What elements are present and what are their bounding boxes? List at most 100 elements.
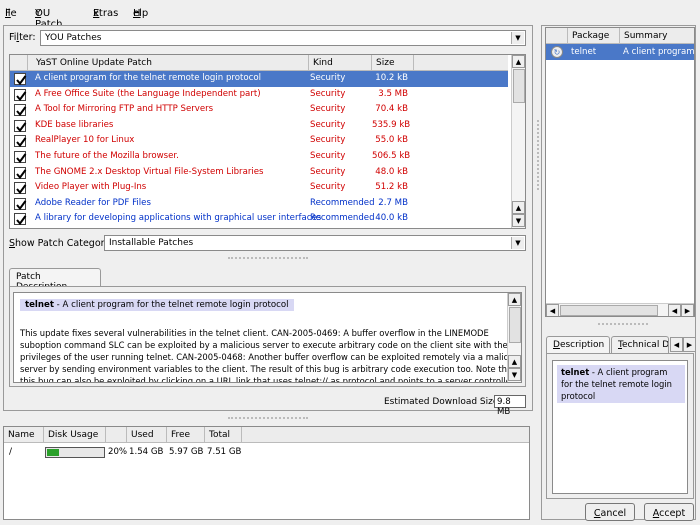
scroll-thumb[interactable] bbox=[560, 305, 658, 316]
patch-name: RealPlayer 10 for Linux bbox=[35, 135, 135, 146]
column-header-patch[interactable]: YaST Online Update Patch bbox=[28, 55, 309, 71]
patch-row[interactable]: KDE base libraries Security 535.9 kB bbox=[10, 118, 508, 134]
tab-scroll-right-icon[interactable]: ▶ bbox=[683, 337, 696, 352]
patch-checkbox[interactable] bbox=[14, 104, 27, 117]
disk-free: 5.97 GB bbox=[169, 447, 204, 457]
description-line: This update fixes several vulnerabilitie… bbox=[20, 328, 489, 338]
patch-checkbox[interactable] bbox=[14, 197, 27, 210]
patch-kind: Recommended bbox=[310, 213, 375, 224]
scroll-down-icon[interactable]: ▼ bbox=[512, 214, 525, 227]
description-line: this bug can also be exploited by clicki… bbox=[20, 376, 517, 383]
scroll-up-icon[interactable]: ▲ bbox=[512, 55, 525, 68]
patch-row[interactable]: The future of the Mozilla browser. Securi… bbox=[10, 149, 508, 165]
column-header-total[interactable]: Total bbox=[205, 427, 242, 443]
column-header-package[interactable]: Package bbox=[568, 28, 620, 44]
package-row[interactable]: ↻ telnet A client program fo bbox=[546, 44, 695, 60]
splitter-handle[interactable] bbox=[598, 323, 648, 325]
column-header-summary[interactable]: Summary bbox=[620, 28, 694, 44]
patch-table-scrollbar[interactable]: ▲ ▲ ▼ bbox=[511, 55, 525, 228]
patch-kind: Security bbox=[310, 104, 346, 115]
column-header-disk-usage[interactable]: Disk Usage bbox=[44, 427, 106, 443]
splitter-handle[interactable] bbox=[228, 417, 308, 419]
filter-combo[interactable]: YOU Patches ▼ bbox=[40, 30, 526, 46]
update-status-icon[interactable]: ↻ bbox=[551, 46, 563, 58]
patch-checkbox[interactable] bbox=[14, 88, 27, 101]
scroll-down-icon[interactable]: ▼ bbox=[508, 368, 521, 381]
patch-row[interactable]: A Free Office Suite (the Language Indepe… bbox=[10, 87, 508, 103]
package-hscrollbar[interactable]: ◀ ◀ ▶ bbox=[546, 303, 694, 316]
scroll-up-icon[interactable]: ▲ bbox=[508, 355, 521, 368]
tab-scroll-left-icon[interactable]: ◀ bbox=[670, 337, 683, 352]
patch-checkbox[interactable] bbox=[14, 151, 27, 164]
patch-row[interactable]: Video Player with Plug-Ins Security 51.2 k… bbox=[10, 180, 508, 196]
patch-size: 70.4 kB bbox=[375, 104, 408, 115]
description-scrollbar[interactable]: ▲ ▲ ▼ bbox=[507, 293, 521, 382]
patch-size: 40.0 kB bbox=[375, 213, 408, 224]
patch-size: 2.7 MB bbox=[378, 197, 408, 208]
patch-checkbox[interactable] bbox=[14, 213, 27, 226]
column-header-used[interactable]: Used bbox=[127, 427, 167, 443]
scroll-thumb[interactable] bbox=[509, 307, 521, 343]
patch-checkbox[interactable] bbox=[14, 135, 27, 148]
filter-label: Filter: bbox=[9, 32, 36, 43]
scroll-up-icon[interactable]: ▲ bbox=[508, 293, 521, 306]
filter-value: YOU Patches bbox=[45, 33, 102, 43]
tab-technical-data[interactable]: Technical Da bbox=[611, 336, 669, 354]
scroll-left-icon[interactable]: ◀ bbox=[546, 304, 559, 316]
splitter-handle[interactable] bbox=[228, 257, 308, 259]
scroll-right-icon[interactable]: ▶ bbox=[681, 304, 694, 316]
column-header-size[interactable]: Size bbox=[372, 55, 414, 71]
disk-percent: 20% bbox=[108, 447, 128, 457]
patch-kind: Security bbox=[310, 119, 346, 130]
right-description-text: telnet - A client program for the telnet… bbox=[552, 360, 688, 494]
patch-kind: Recommended bbox=[310, 197, 375, 208]
disk-usage-table: Name Disk Usage Used Free Total / 20% 1.… bbox=[3, 426, 530, 520]
patch-row[interactable]: The GNOME 2.x Desktop Virtual File-Syste… bbox=[10, 165, 508, 181]
patch-name: A library for developing applications wi… bbox=[35, 213, 322, 224]
package-summary: A client program fo bbox=[623, 47, 695, 57]
tab-patch-description[interactable]: Patch Description bbox=[9, 268, 101, 292]
patch-name: The future of the Mozilla browser. bbox=[35, 151, 179, 161]
column-header-percent[interactable] bbox=[106, 427, 127, 443]
scroll-up-icon[interactable]: ▲ bbox=[512, 201, 525, 214]
patch-row[interactable]: A Tool for Mirroring FTP and HTTP Server… bbox=[10, 102, 508, 118]
disk-usage-fill bbox=[47, 449, 59, 456]
description-text: telnet - A client program for the telnet… bbox=[13, 292, 522, 383]
patch-kind: Security bbox=[310, 182, 346, 193]
package-table: Package Summary ↻ telnet A client progra… bbox=[545, 27, 695, 317]
patch-row[interactable]: A client program for the telnet remote l… bbox=[10, 71, 508, 87]
patch-checkbox[interactable] bbox=[14, 73, 27, 86]
column-header-kind[interactable]: Kind bbox=[309, 55, 372, 71]
accept-button[interactable]: Accept bbox=[644, 503, 694, 521]
description-line: suboption command SLC can be exploited b… bbox=[20, 340, 508, 350]
column-header-filler bbox=[414, 55, 508, 71]
patch-name: A client program for the telnet remote l… bbox=[35, 73, 261, 83]
scroll-left-icon[interactable]: ◀ bbox=[668, 304, 681, 316]
download-size-value: 9.8 MB bbox=[494, 395, 526, 417]
patch-row[interactable]: A library for developing applications wi… bbox=[10, 211, 508, 227]
category-combo[interactable]: Installable Patches ▼ bbox=[104, 235, 526, 251]
patch-row[interactable]: RealPlayer 10 for Linux Security 55.0 kB bbox=[10, 133, 508, 149]
download-size-label: Estimated Download Size: bbox=[384, 397, 502, 407]
scroll-thumb[interactable] bbox=[513, 69, 525, 103]
patch-name: The GNOME 2.x Desktop Virtual File-Syste… bbox=[35, 166, 264, 177]
tab-description[interactable]: Description bbox=[546, 336, 610, 354]
column-header-name[interactable]: Name bbox=[4, 427, 44, 443]
patch-checkbox[interactable] bbox=[14, 182, 27, 195]
column-header-free[interactable]: Free bbox=[167, 427, 205, 443]
patch-size: 10.2 kB bbox=[375, 73, 408, 83]
patch-checkbox[interactable] bbox=[14, 119, 27, 132]
patch-kind: Security bbox=[310, 73, 346, 83]
disk-total: 7.51 GB bbox=[207, 447, 242, 457]
category-label: Show Patch Category: bbox=[9, 238, 113, 249]
chevron-down-icon: ▼ bbox=[511, 237, 524, 249]
column-header-status[interactable] bbox=[546, 28, 568, 44]
column-header-check[interactable] bbox=[10, 55, 28, 71]
splitter-handle-vertical[interactable] bbox=[537, 120, 539, 190]
disk-name: / bbox=[9, 447, 13, 457]
patch-checkbox[interactable] bbox=[14, 166, 27, 179]
patch-kind: Security bbox=[310, 151, 346, 161]
patch-name: KDE base libraries bbox=[35, 119, 114, 130]
cancel-button[interactable]: Cancel bbox=[585, 503, 635, 521]
patch-row[interactable]: Adobe Reader for PDF Files Recommended 2.7… bbox=[10, 196, 508, 212]
